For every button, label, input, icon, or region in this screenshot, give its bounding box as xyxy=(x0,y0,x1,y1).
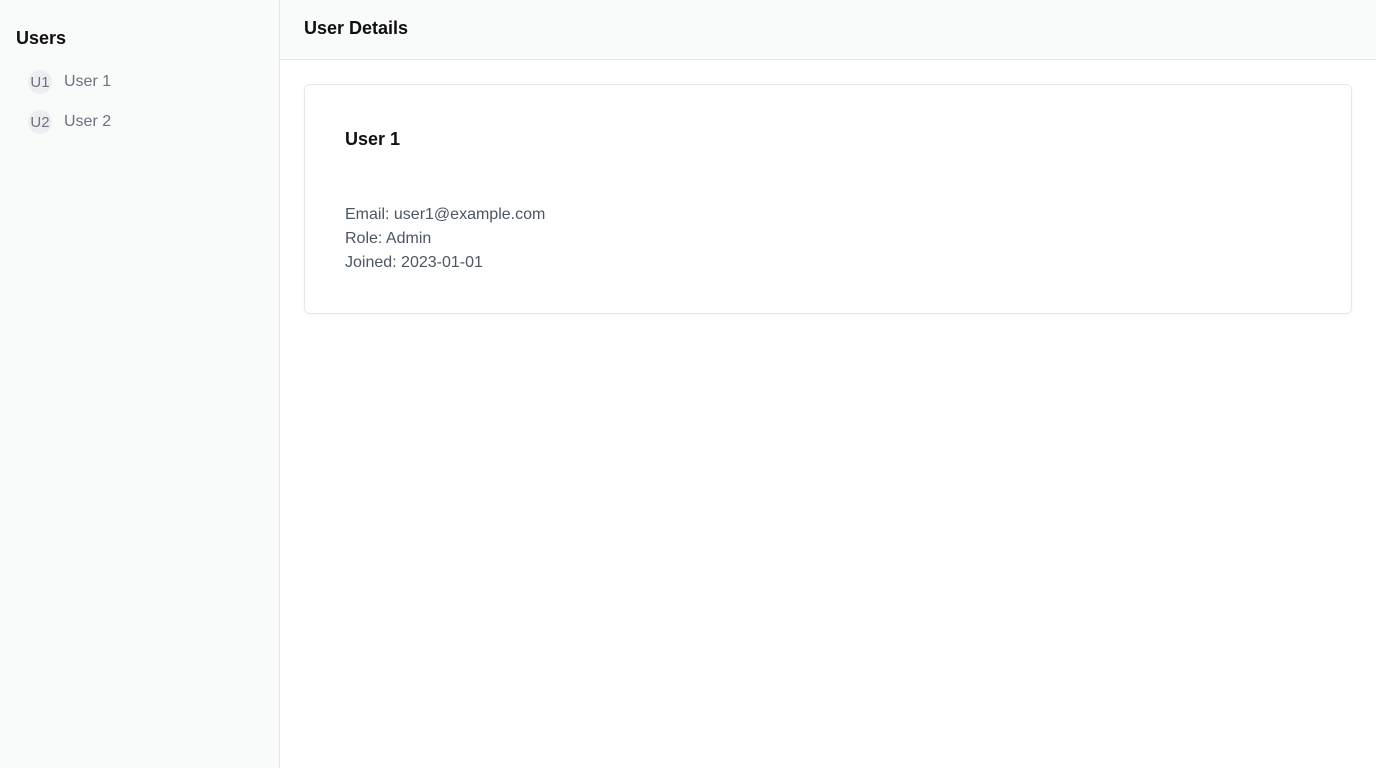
sidebar-title: Users xyxy=(16,28,67,48)
page-header: User Details xyxy=(280,0,1376,60)
content-area: User 1 Email: user1@example.com Role: Ad… xyxy=(280,60,1376,338)
sidebar-item-user-1[interactable]: U1 User 1 xyxy=(16,62,263,102)
avatar: U2 xyxy=(28,110,52,134)
sidebar-item-user-2[interactable]: U2 User 2 xyxy=(16,102,263,142)
main-panel: User Details User 1 Email: user1@example… xyxy=(280,0,1376,768)
user-joined-date: Joined: 2023-01-01 xyxy=(345,254,483,271)
avatar: U1 xyxy=(28,70,52,94)
sidebar-item-label: User 1 xyxy=(64,73,112,90)
user-list: U1 User 1 U2 User 2 xyxy=(16,62,263,142)
app-root: Users U1 User 1 U2 User 2 User Details U… xyxy=(0,0,1376,768)
user-email: Email: user1@example.com xyxy=(345,206,546,223)
user-role: Role: Admin xyxy=(345,230,432,247)
sidebar: Users U1 User 1 U2 User 2 xyxy=(0,0,280,768)
user-name-heading: User 1 xyxy=(345,129,401,149)
page-title: User Details xyxy=(304,18,409,38)
sidebar-item-label: User 2 xyxy=(64,113,112,130)
user-detail-card: User 1 Email: user1@example.com Role: Ad… xyxy=(304,84,1352,314)
